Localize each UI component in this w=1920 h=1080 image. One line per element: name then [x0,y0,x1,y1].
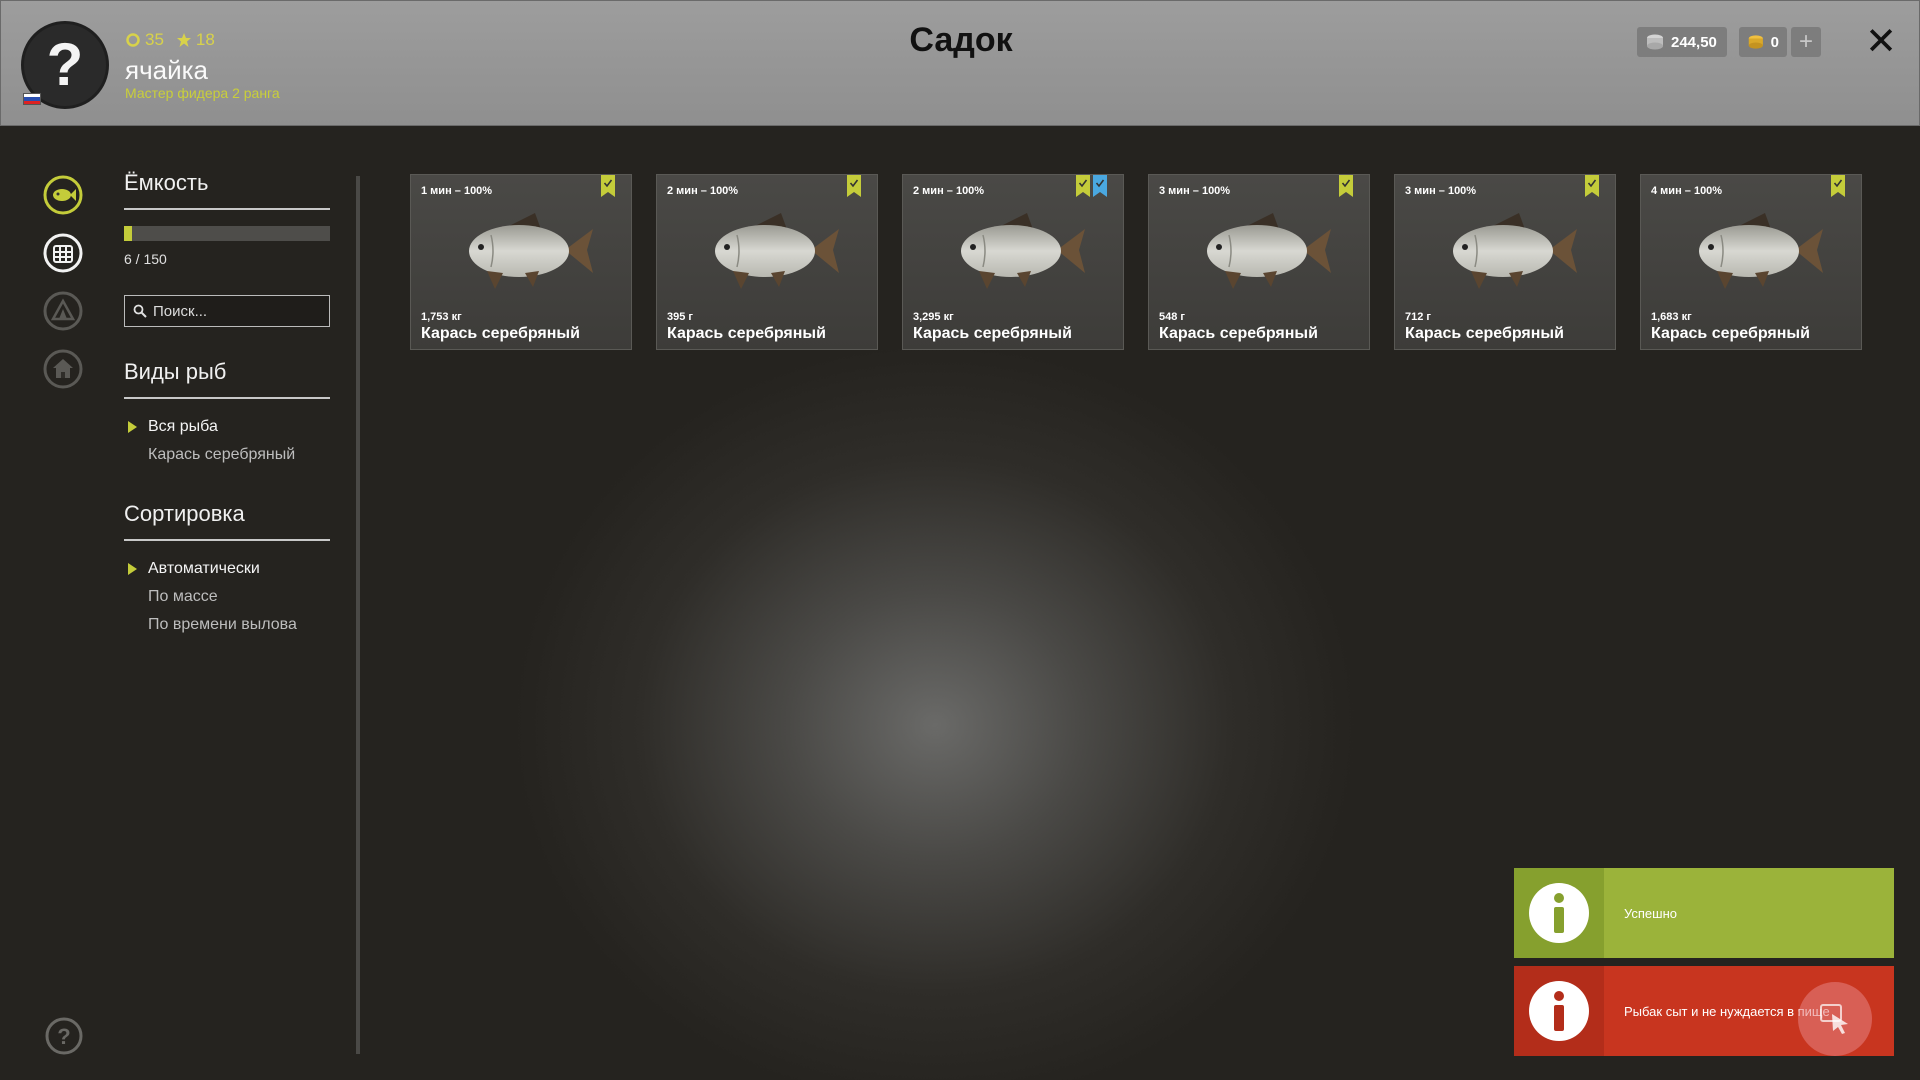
fish-catch-time: 2 мин – 100% [667,185,739,197]
fish-catch-time: 4 мин – 100% [1651,185,1723,197]
species-list: Вся рыба Карась серебряный [124,413,330,469]
top-bar: ? 35 18 ячайка Мастер фидера 2 ранга Сад… [0,0,1920,126]
gold-balance[interactable]: 0 [1739,27,1787,57]
fish-name: Карась серебряный [667,325,826,342]
check-ribbon-icon [1831,175,1845,197]
fish-catch-time: 1 мин – 100% [421,185,493,197]
fish-badges [1076,175,1107,197]
add-currency-button[interactable]: + [1791,27,1821,57]
fish-weight: 3,295 кг [913,311,954,323]
fish-image [693,205,843,295]
fish-name: Карась серебряный [1651,325,1810,342]
sort-option-item[interactable]: По времени вылова [124,611,330,639]
fish-badges [601,175,615,197]
sort-option-item[interactable]: По массе [124,583,330,611]
camp-icon[interactable] [42,290,84,332]
fish-image [1431,205,1581,295]
capacity-text: 6 / 150 [124,251,167,267]
keepnet-sidebar: Ёмкость 6 / 150 Виды рыб Вся рыбаКарась … [124,170,330,639]
player-rank: Мастер фидера 2 ранга [125,85,280,101]
home-icon[interactable] [42,348,84,390]
info-icon [1529,883,1589,943]
fish-badges [847,175,861,197]
fish-card[interactable]: 4 мин – 100% 1,683 кг Карась серебряный [1640,174,1862,350]
cursor-highlight [1798,982,1872,1056]
notification-icon-box [1514,966,1604,1056]
capacity-title: Ёмкость [124,170,330,210]
sidebar-divider [356,176,360,1054]
species-filter-item[interactable]: Карась серебряный [124,441,330,469]
fish-card[interactable]: 3 мин – 100% 712 г Карась серебряный [1394,174,1616,350]
fish-name: Карась серебряный [421,325,580,342]
fish-weight: 548 г [1159,311,1185,323]
svg-text:?: ? [57,1024,70,1049]
trophy-ribbon-icon [1093,175,1107,197]
search-box[interactable] [124,295,330,327]
fish-catch-time: 3 мин – 100% [1405,185,1477,197]
side-nav [42,174,86,406]
sorting-list: Автоматически По массе По времени вылова [124,555,330,639]
notification-success-text: Успешно [1624,905,1677,921]
fish-badges [1585,175,1599,197]
species-filter-item[interactable]: Вся рыба [124,413,330,441]
search-icon [133,304,147,318]
close-button[interactable]: ✕ [1863,21,1899,63]
notification-icon-box [1514,868,1604,958]
page-title: Садок [909,21,1013,59]
silver-amount: 244,50 [1671,33,1717,51]
check-ribbon-icon [847,175,861,197]
sort-option-item[interactable]: Автоматически [124,555,330,583]
sorting-title: Сортировка [124,501,330,541]
capacity-fill [124,226,133,241]
fish-weight: 712 г [1405,311,1431,323]
fish-image [447,205,597,295]
check-ribbon-icon [1339,175,1353,197]
fish-name: Карась серебряный [1159,325,1318,342]
fish-badges [1339,175,1353,197]
info-icon [1529,981,1589,1041]
fish-catch-time: 2 мин – 100% [913,185,985,197]
silver-balance[interactable]: 244,50 [1637,27,1727,57]
fish-image [1677,205,1827,295]
help-icon[interactable]: ? [44,1016,84,1056]
notification-success[interactable]: Успешно [1514,868,1894,958]
fish-grid: 1 мин – 100% 1,753 кг Карась серебряный … [410,174,1862,350]
silver-coins-icon [1647,34,1663,50]
fish-weight: 1,683 кг [1651,311,1692,323]
fish-card[interactable]: 2 мин – 100% 3,295 кг Карась серебряный [902,174,1124,350]
fish-image [939,205,1089,295]
fish-name: Карась серебряный [1405,325,1564,342]
fish-card[interactable]: 1 мин – 100% 1,753 кг Карась серебряный [410,174,632,350]
gold-amount: 0 [1770,33,1779,51]
keepnet-icon[interactable] [42,232,84,274]
check-ribbon-icon [1585,175,1599,197]
fish-name: Карась серебряный [913,325,1072,342]
fish-badges [1831,175,1845,197]
fish-catch-time: 3 мин – 100% [1159,185,1231,197]
fish-card[interactable]: 2 мин – 100% 395 г Карась серебряный [656,174,878,350]
cursor-icon [1820,1004,1848,1034]
check-ribbon-icon [601,175,615,197]
check-ribbon-icon [1076,175,1090,197]
capacity-bar [124,226,330,241]
russia-flag-icon [23,93,41,105]
fish-weight: 1,753 кг [421,311,462,323]
fish-image [1185,205,1335,295]
fish-weight: 395 г [667,311,693,323]
species-title: Виды рыб [124,359,330,399]
search-input[interactable] [153,302,313,320]
fish-card[interactable]: 3 мин – 100% 548 г Карась серебряный [1148,174,1370,350]
fish-icon[interactable] [42,174,84,216]
gold-coins-icon [1748,35,1763,49]
